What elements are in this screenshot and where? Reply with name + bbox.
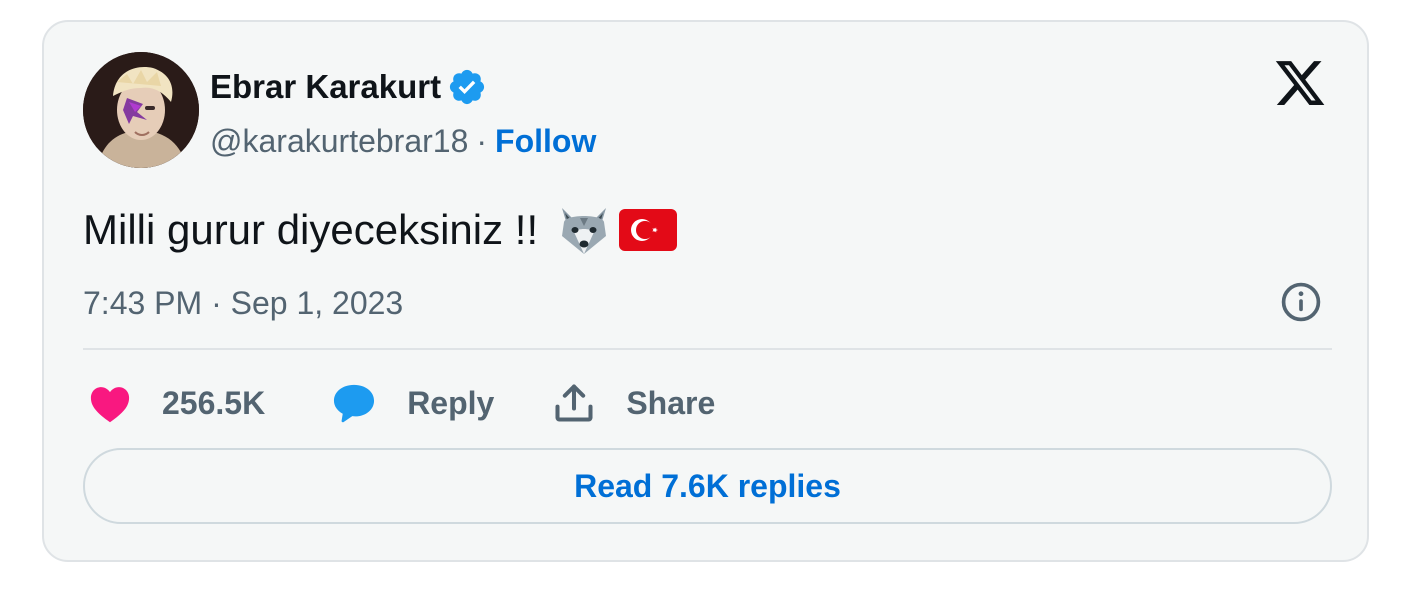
- separator-dot: ·: [476, 122, 488, 159]
- tweet-text: Milli gurur diyeceksiniz !!: [83, 206, 539, 253]
- avatar[interactable]: [83, 52, 199, 168]
- read-replies-button[interactable]: Read 7.6K replies: [83, 448, 1332, 524]
- follow-button[interactable]: Follow: [495, 123, 596, 160]
- reply-button[interactable]: Reply: [331, 382, 494, 424]
- share-upload-icon: [555, 384, 593, 422]
- tweet-text-row: Milli gurur diyeceksiniz !!: [83, 202, 678, 258]
- divider: [83, 348, 1332, 350]
- like-count: 256.5K: [162, 384, 266, 421]
- author-handle[interactable]: @karakurtebrar18: [210, 123, 468, 160]
- share-button[interactable]: Share: [552, 381, 715, 425]
- wolf-emoji-icon: [556, 202, 612, 258]
- author-handle-row: @karakurtebrar18 · Follow: [210, 120, 596, 162]
- tweet-embed-card: Ebrar Karakurt @karakurtebrar18 · Follow…: [42, 20, 1369, 562]
- avatar-image: [83, 52, 199, 168]
- author-display-name[interactable]: Ebrar Karakurt: [210, 68, 441, 106]
- author-name-row: Ebrar Karakurt: [210, 66, 487, 108]
- read-replies-label: Read 7.6K replies: [574, 467, 841, 504]
- share-label: Share: [626, 384, 716, 421]
- info-icon[interactable]: [1279, 280, 1323, 324]
- action-bar: 256.5K Reply Share: [88, 377, 715, 429]
- reply-label: Reply: [407, 384, 495, 421]
- heart-icon: [90, 387, 130, 423]
- tweet-timestamp[interactable]: 7:43 PM · Sep 1, 2023: [83, 282, 403, 324]
- reply-bubble-icon: [334, 384, 375, 423]
- x-logo-icon[interactable]: [1273, 56, 1327, 110]
- verified-badge-icon: [447, 67, 487, 107]
- turkey-flag-emoji-icon: [618, 208, 678, 252]
- like-button[interactable]: 256.5K: [88, 383, 265, 423]
